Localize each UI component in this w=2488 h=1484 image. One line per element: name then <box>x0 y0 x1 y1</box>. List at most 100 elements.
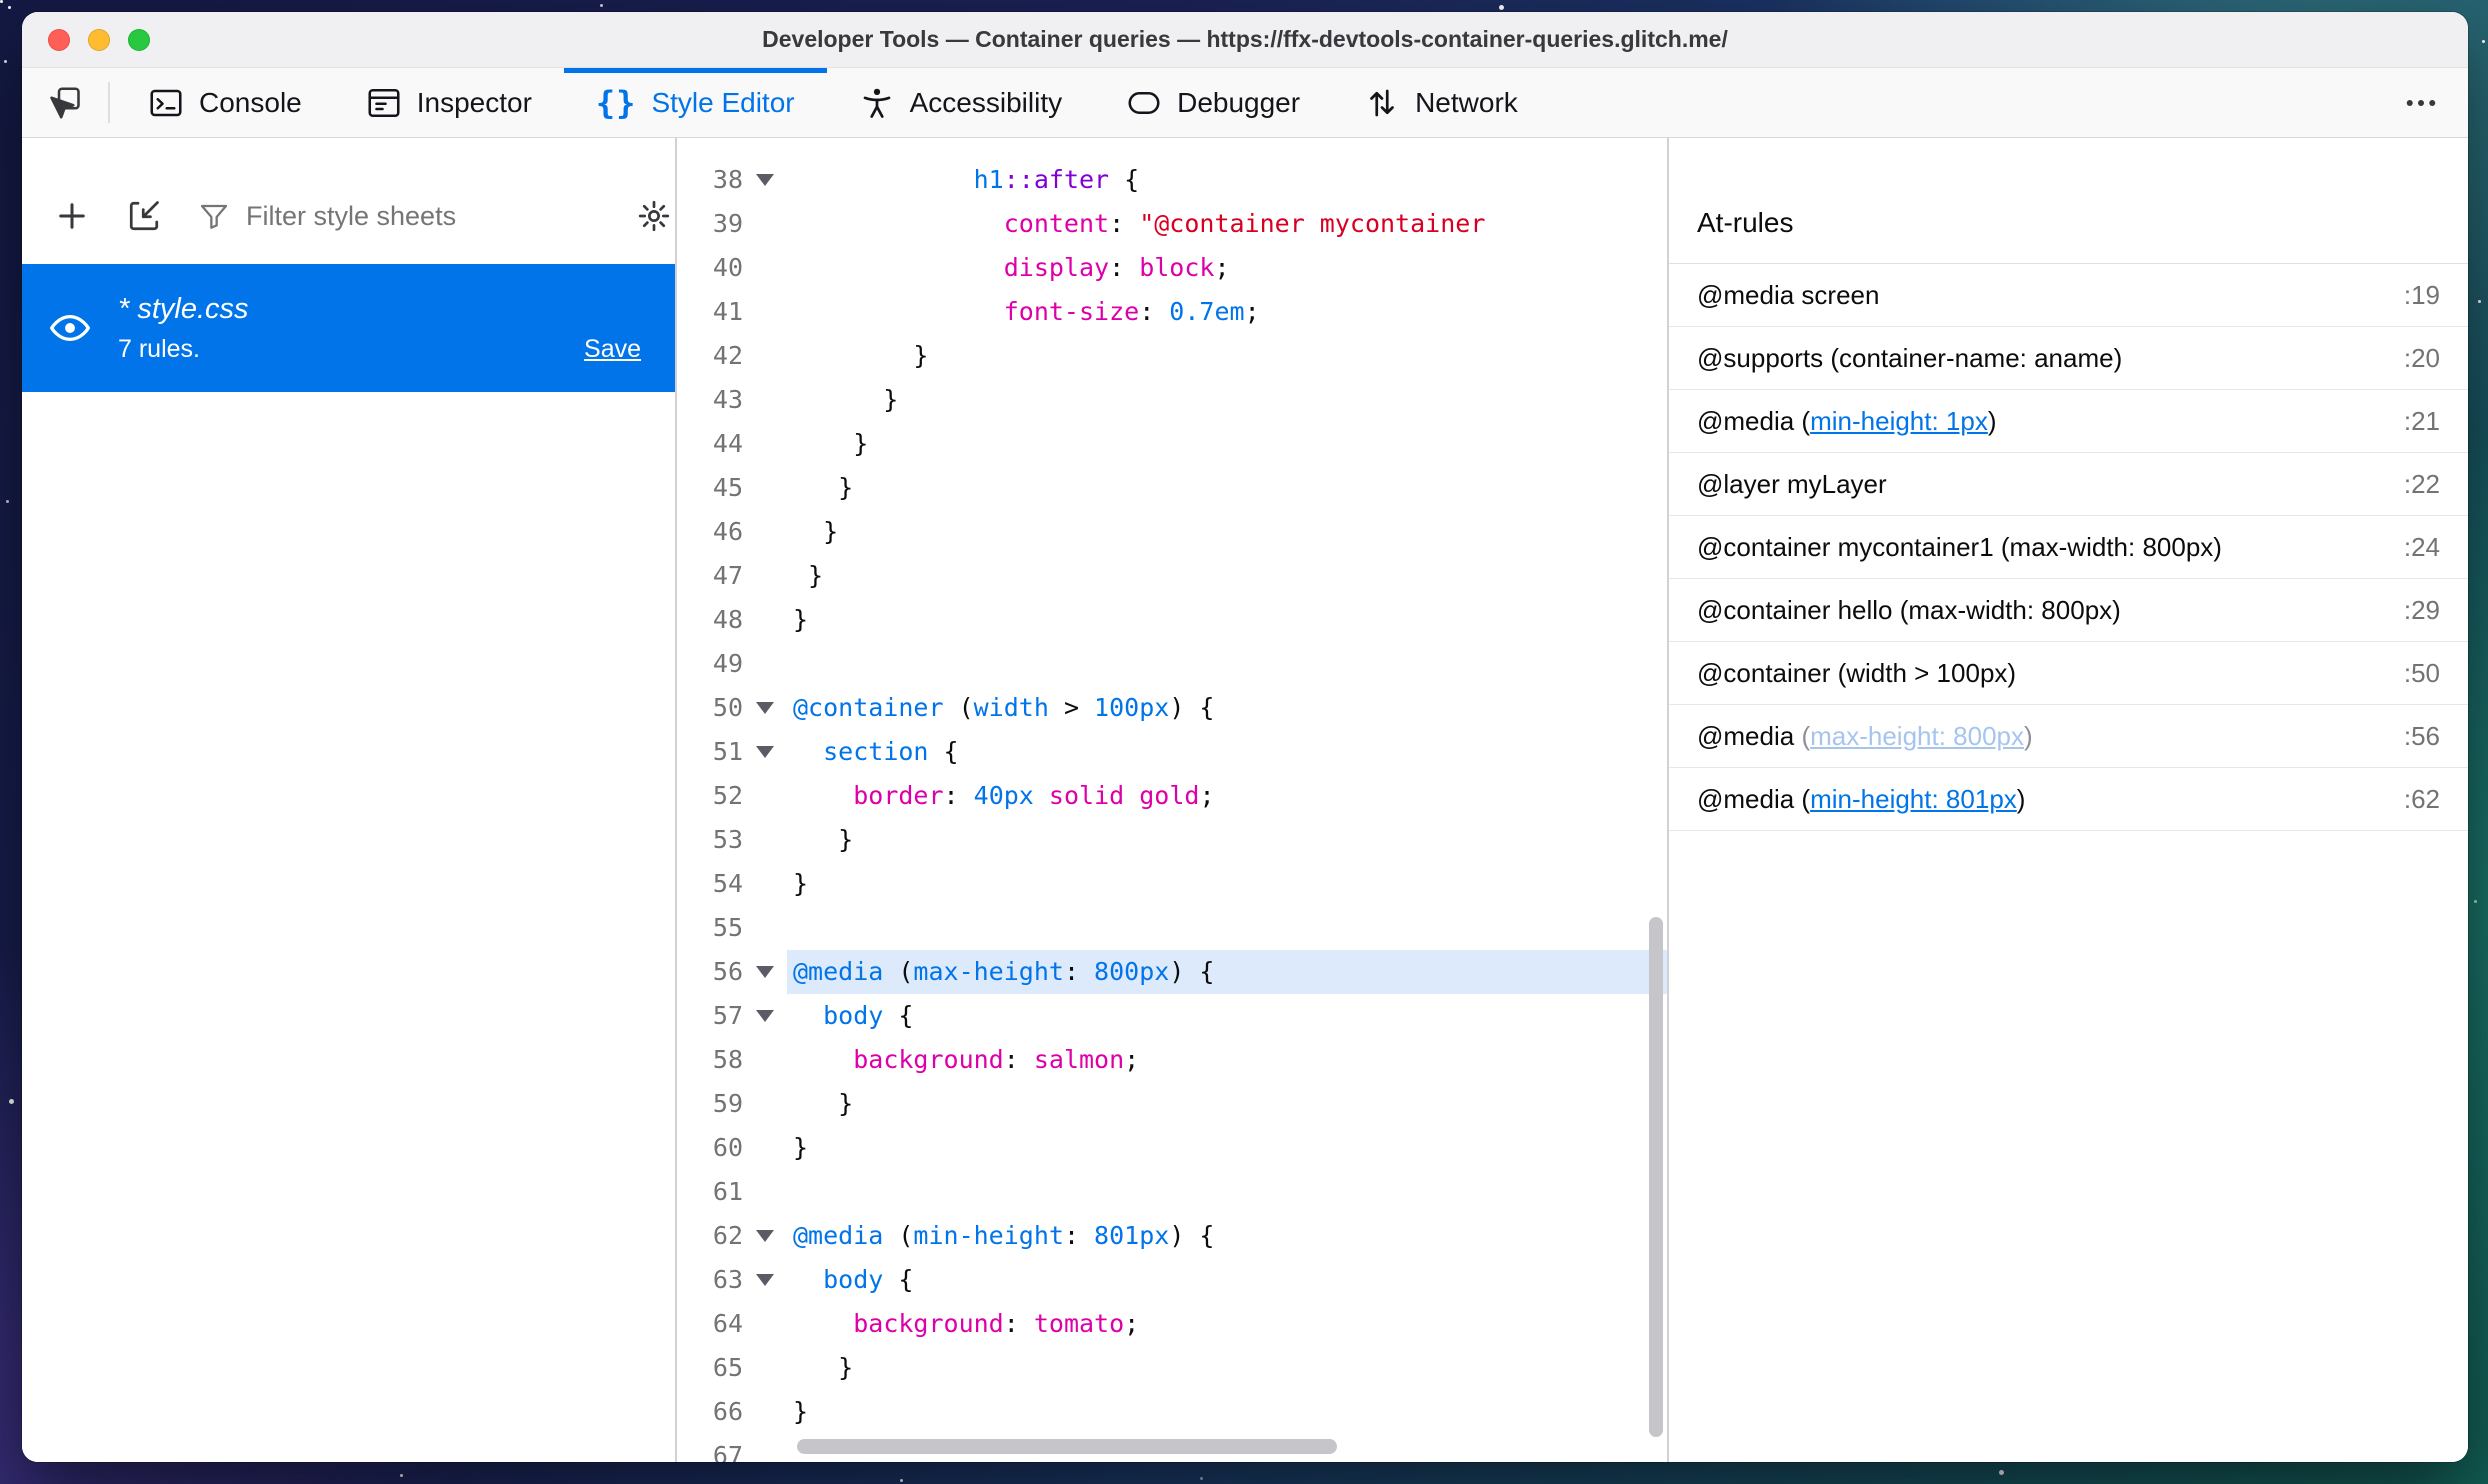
atrule-condition-link[interactable]: max-height: 800px <box>1810 721 2024 751</box>
code-token: min-height <box>913 1221 1064 1250</box>
fold-arrow-icon[interactable] <box>743 686 787 730</box>
tab-network[interactable]: Network <box>1332 68 1550 137</box>
code-line[interactable]: 46 } <box>677 510 1667 554</box>
filter-funnel-icon <box>198 200 230 232</box>
code-line[interactable]: 64 background: tomato; <box>677 1302 1667 1346</box>
code-line[interactable]: 45 } <box>677 466 1667 510</box>
code-line[interactable]: 58 background: salmon; <box>677 1038 1667 1082</box>
code-line[interactable]: 39 content: "@container mycontainer <box>677 202 1667 246</box>
line-number: 44 <box>712 429 743 458</box>
fold-arrow-icon[interactable] <box>743 730 787 774</box>
code-token: } <box>793 385 899 414</box>
code-line[interactable]: 66} <box>677 1390 1667 1434</box>
code-line[interactable]: 53 } <box>677 818 1667 862</box>
stylesheet-options-button[interactable] <box>636 198 672 234</box>
code-editor[interactable]: 38 h1::after {39 content: "@container my… <box>677 138 1667 1462</box>
code-line[interactable]: 43 } <box>677 378 1667 422</box>
code-token: display <box>1003 253 1110 282</box>
code-line[interactable]: 62 @media (min-height: 801px) { <box>677 1214 1667 1258</box>
horizontal-scrollbar-thumb[interactable] <box>797 1439 1337 1454</box>
code-line[interactable]: 54} <box>677 862 1667 906</box>
code-line[interactable]: 56 @media (max-height: 800px) { <box>677 950 1667 994</box>
code-line[interactable]: 50 @container (width > 100px) { <box>677 686 1667 730</box>
close-window-button[interactable] <box>48 28 70 51</box>
code-line[interactable]: 55 <box>677 906 1667 950</box>
zoom-window-button[interactable] <box>128 28 150 51</box>
atrule-row[interactable]: @container mycontainer1 (max-width: 800p… <box>1669 516 2468 579</box>
code-token: 801px <box>1094 1221 1170 1250</box>
fold-arrow-icon[interactable] <box>743 158 787 202</box>
atrule-row[interactable]: @media (min-height: 801px):62 <box>1669 768 2468 831</box>
tab-style-editor[interactable]: {} Style Editor <box>563 68 827 137</box>
atrule-row[interactable]: @media screen:19 <box>1669 264 2468 327</box>
minimize-window-button[interactable] <box>88 28 110 51</box>
atrule-part: @media ( <box>1697 405 1811 436</box>
code-line[interactable]: 57 body { <box>677 994 1667 1038</box>
atrule-condition-link[interactable]: min-height: 801px <box>1810 784 2017 814</box>
atrule-text: @container (width > 100px) <box>1697 658 2388 689</box>
atrule-text: @media (min-height: 801px) <box>1697 784 2388 815</box>
fold-arrow-icon[interactable] <box>743 994 787 1038</box>
code-line[interactable]: 44 } <box>677 422 1667 466</box>
atrules-list: @media screen:19 @supports (container-nam… <box>1669 264 2468 831</box>
tab-accessibility[interactable]: Accessibility <box>827 68 1094 137</box>
fold-arrow-icon[interactable] <box>743 1214 787 1258</box>
line-number: 66 <box>712 1397 743 1426</box>
line-number: 49 <box>712 649 743 678</box>
code-line[interactable]: 63 body { <box>677 1258 1667 1302</box>
code-line[interactable]: 61 <box>677 1170 1667 1214</box>
atrules-panel: At-rules @media screen:19 @supports (cont… <box>1669 138 2468 1462</box>
save-link[interactable]: Save <box>584 335 641 364</box>
code-line[interactable]: 38 h1::after { <box>677 158 1667 202</box>
code-text: } <box>787 818 1667 862</box>
tab-label: Style Editor <box>651 86 795 118</box>
code-line[interactable]: 60} <box>677 1126 1667 1170</box>
import-stylesheet-button[interactable] <box>126 198 162 234</box>
atrule-row[interactable]: @container hello (max-width: 800px):29 <box>1669 579 2468 642</box>
code-token: block <box>1139 253 1215 282</box>
tab-console[interactable]: Console <box>116 68 334 137</box>
fold-arrow-icon[interactable] <box>743 1258 787 1302</box>
atrule-text: @media (min-height: 1px) <box>1697 406 2388 437</box>
eye-icon[interactable] <box>48 306 92 350</box>
code-line[interactable]: 40 display: block; <box>677 246 1667 290</box>
code-token: max-height <box>913 957 1064 986</box>
node-picker-icon <box>47 85 83 121</box>
code-line[interactable]: 42 } <box>677 334 1667 378</box>
console-icon <box>148 85 184 121</box>
code-line[interactable]: 52 border: 40px solid gold; <box>677 774 1667 818</box>
code-line[interactable]: 49 <box>677 642 1667 686</box>
code-line[interactable]: 47 } <box>677 554 1667 598</box>
new-stylesheet-button[interactable] <box>54 198 90 234</box>
code-line[interactable]: 59 } <box>677 1082 1667 1126</box>
atrule-row[interactable]: @media (max-height: 800px):56 <box>1669 705 2468 768</box>
code-token: { <box>883 1265 914 1294</box>
atrule-condition-link[interactable]: min-height: 1px <box>1810 406 1988 436</box>
atrule-row[interactable]: @supports (container-name: aname):20 <box>1669 327 2468 390</box>
filter-stylesheets-input[interactable] <box>246 200 600 232</box>
code-line[interactable]: 48} <box>677 598 1667 642</box>
pick-element-button[interactable] <box>22 68 108 137</box>
code-line[interactable]: 51 section { <box>677 730 1667 774</box>
tab-debugger[interactable]: Debugger <box>1094 68 1332 137</box>
devtools-options-button[interactable] <box>2384 68 2458 137</box>
code-token: background <box>853 1309 1004 1338</box>
atrule-text: @media (max-height: 800px) <box>1697 721 2388 752</box>
vertical-scrollbar-thumb[interactable] <box>1649 917 1663 1437</box>
atrule-row[interactable]: @media (min-height: 1px):21 <box>1669 390 2468 453</box>
atrule-row[interactable]: @container (width > 100px):50 <box>1669 642 2468 705</box>
code-line[interactable]: 41 font-size: 0.7em; <box>677 290 1667 334</box>
code-token: ; <box>1244 297 1260 326</box>
tab-inspector[interactable]: Inspector <box>334 68 564 137</box>
line-number: 57 <box>712 1001 743 1030</box>
stylesheet-item[interactable]: * style.css 7 rules. Save <box>22 264 675 392</box>
fold-arrow-icon[interactable] <box>743 950 787 994</box>
atrule-row[interactable]: @layer myLayer:22 <box>1669 453 2468 516</box>
code-token: @container <box>793 693 944 722</box>
code-line[interactable]: 65 } <box>677 1346 1667 1390</box>
